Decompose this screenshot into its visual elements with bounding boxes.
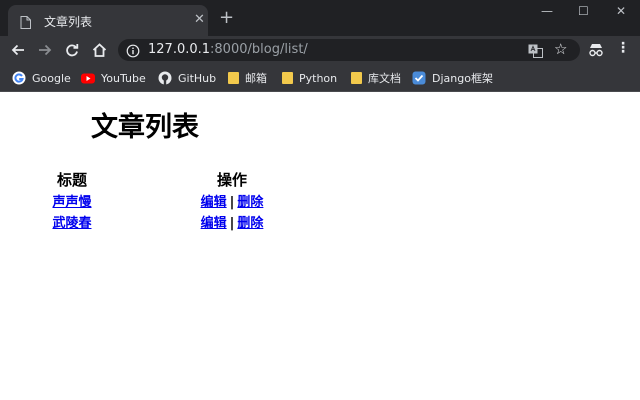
translate-icon[interactable] [528, 43, 543, 62]
bookmark-django[interactable]: Django框架 [412, 69, 493, 87]
title-cell: 武陵春 [48, 211, 96, 232]
bookmark-label: 库文档 [368, 72, 401, 85]
edit-link[interactable]: 编辑 [201, 195, 227, 210]
bookmark-github[interactable]: GitHub [158, 69, 216, 87]
bookmark-label: GitHub [178, 71, 217, 85]
tab-strip: 文章列表 ✕ + — ☐ ✕ [0, 0, 640, 36]
close-tab-icon[interactable]: ✕ [194, 12, 205, 27]
article-table: 标题 操作 声声慢 编辑 | 删除 武陵春 编辑 | 删除 [48, 168, 276, 232]
folder-icon [351, 72, 362, 84]
django-icon [412, 71, 426, 85]
reload-icon[interactable] [63, 41, 81, 59]
action-separator: | [229, 195, 235, 210]
delete-link[interactable]: 删除 [237, 216, 263, 231]
maximize-icon[interactable]: ☐ [578, 5, 589, 17]
article-link[interactable]: 声声慢 [52, 195, 91, 210]
article-link[interactable]: 武陵春 [52, 216, 91, 231]
page-title: 文章列表 [91, 112, 199, 143]
bookmarks-bar: Google YouTube GitHub 邮箱 Python 库文档 Djan… [0, 64, 640, 92]
tab-title: 文章列表 [44, 15, 93, 29]
bookmark-star-icon[interactable]: ☆ [554, 41, 567, 58]
header-actions: 操作 [216, 170, 247, 189]
home-icon[interactable] [90, 41, 108, 59]
bookmark-label: Python [299, 71, 338, 85]
folder-icon [282, 72, 293, 84]
bookmark-python-folder[interactable]: Python [282, 69, 337, 87]
google-icon [12, 71, 26, 85]
bookmark-label: YouTube [101, 71, 146, 85]
browser-toolbar: 127.0.0.1:8000/blog/list/ ☆ [0, 36, 640, 64]
bookmark-youtube[interactable]: YouTube [81, 69, 146, 87]
more-menu-icon[interactable]: ⋮ [616, 40, 630, 56]
action-cell: 编辑 | 删除 [188, 211, 276, 232]
table-row: 武陵春 编辑 | 删除 [48, 211, 276, 232]
header-title: 标题 [56, 170, 87, 189]
github-icon [158, 71, 172, 85]
title-cell: 声声慢 [48, 190, 96, 211]
page-content: 文章列表 标题 操作 声声慢 编辑 | 删除 武陵春 编辑 | 删除 [0, 92, 640, 400]
bookmark-docs-folder[interactable]: 库文档 [351, 69, 401, 87]
close-window-icon[interactable]: ✕ [616, 5, 626, 17]
header-spacer [96, 168, 188, 190]
bookmark-label: Google [32, 71, 71, 85]
page-icon [20, 14, 31, 33]
new-tab-icon[interactable]: + [219, 9, 234, 27]
back-icon[interactable] [9, 41, 27, 59]
bookmark-label: Django框架 [432, 72, 493, 85]
spacer-cell [96, 211, 188, 232]
delete-link[interactable]: 删除 [237, 195, 263, 210]
incognito-icon[interactable] [588, 42, 604, 61]
bookmark-label: 邮箱 [245, 72, 267, 85]
minimize-icon[interactable]: — [541, 5, 553, 17]
table-row: 声声慢 编辑 | 删除 [48, 190, 276, 211]
bookmark-mail-folder[interactable]: 邮箱 [228, 69, 267, 87]
bookmark-google[interactable]: Google [12, 69, 71, 87]
site-info-icon[interactable] [126, 43, 140, 62]
forward-icon[interactable] [36, 41, 54, 59]
action-cell: 编辑 | 删除 [188, 190, 276, 211]
url-text[interactable]: 127.0.0.1:8000/blog/list/ [148, 42, 308, 57]
url-path: :8000/blog/list/ [210, 42, 308, 57]
address-bar[interactable]: 127.0.0.1:8000/blog/list/ ☆ [118, 39, 580, 61]
url-host: 127.0.0.1 [148, 42, 211, 57]
browser-tab[interactable]: 文章列表 ✕ [8, 5, 208, 36]
youtube-icon [81, 73, 95, 84]
spacer-cell [96, 190, 188, 211]
edit-link[interactable]: 编辑 [201, 216, 227, 231]
action-separator: | [229, 216, 235, 231]
folder-icon [228, 72, 239, 84]
table-header-row: 标题 操作 [48, 168, 276, 190]
